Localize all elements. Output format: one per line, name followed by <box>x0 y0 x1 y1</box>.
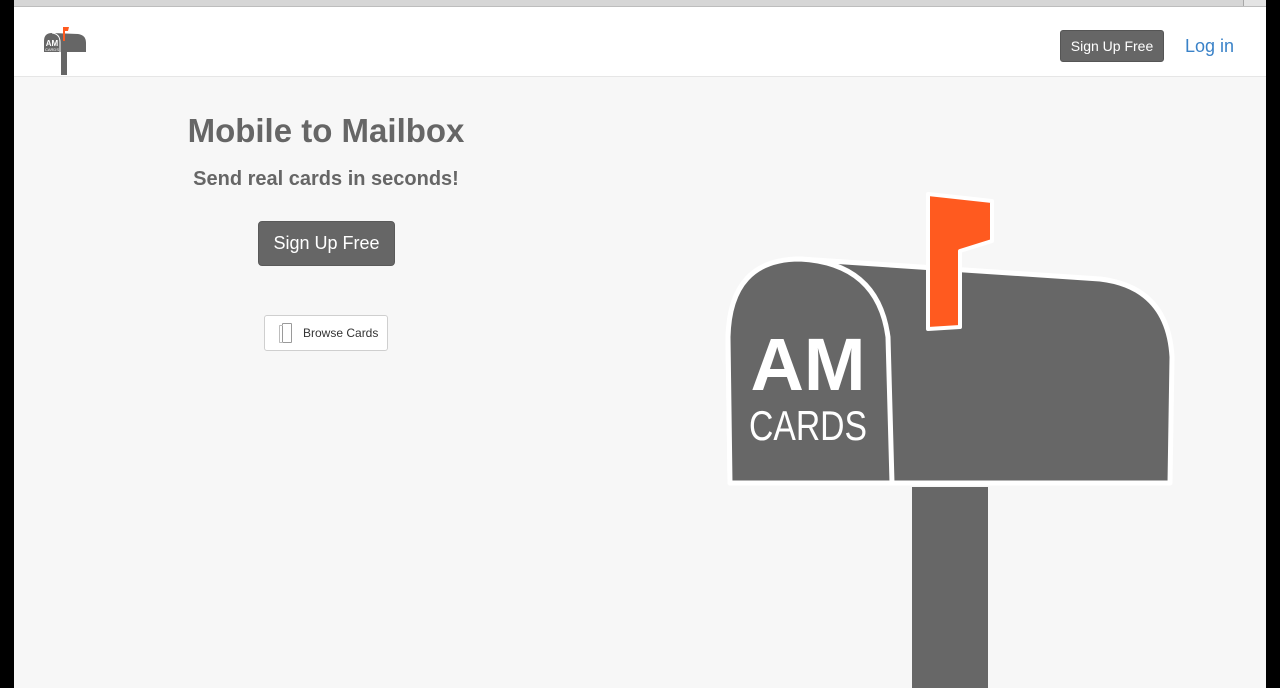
browse-cards-button[interactable]: Browse Cards <box>264 315 388 351</box>
page-viewport: AM CARDS Sign Up Free Log in Mobile to M… <box>14 7 1266 688</box>
mailbox-am-text: AM <box>750 323 865 406</box>
card-icon <box>279 323 292 343</box>
log-in-link[interactable]: Log in <box>1185 36 1234 56</box>
browse-cards-label: Browse Cards <box>303 326 379 340</box>
window-frame-left <box>0 0 14 688</box>
mailbox-illustration-icon: AM CARDS <box>725 192 1175 688</box>
mailbox-illustration: AM CARDS <box>710 187 1210 688</box>
header-sign-up-button[interactable]: Sign Up Free <box>1060 30 1164 62</box>
hero-subtitle: Send real cards in seconds! <box>193 168 459 190</box>
browser-top-strip <box>0 0 1280 7</box>
am-cards-logo[interactable]: AM CARDS <box>42 25 90 75</box>
mailbox-cards-text: CARDS <box>749 402 867 449</box>
hero-title: Mobile to Mailbox <box>187 112 465 149</box>
logo-cards-text: CARDS <box>45 47 59 52</box>
site-header: AM CARDS Sign Up Free Log in <box>14 7 1266 77</box>
scrollbar-marker <box>1243 0 1266 6</box>
window-frame-right <box>1266 0 1280 688</box>
mailbox-logo-icon: AM CARDS <box>44 27 86 75</box>
hero-sign-up-button[interactable]: Sign Up Free <box>258 221 395 266</box>
